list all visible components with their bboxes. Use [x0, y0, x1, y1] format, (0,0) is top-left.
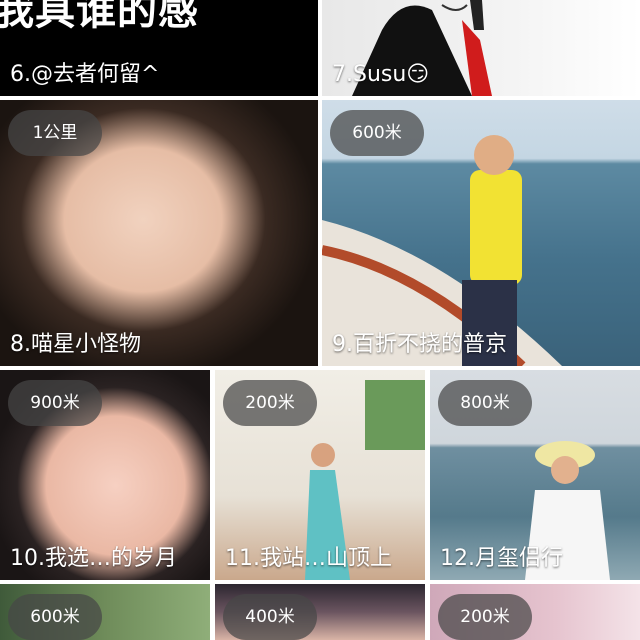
- distance-badge: 600米: [330, 110, 424, 156]
- banner-text: 我具谁的感: [0, 0, 199, 34]
- user-card-14[interactable]: 400米: [215, 584, 425, 640]
- distance-badge: 1公里: [8, 110, 102, 156]
- user-caption: 11.我站…山顶上: [225, 546, 392, 571]
- user-card-9[interactable]: 600米 9.百折不挠的普京: [322, 100, 640, 366]
- user-caption: 12.月玺侣行: [440, 546, 563, 571]
- distance-badge: 200米: [438, 594, 532, 640]
- user-card-15[interactable]: 200米: [430, 584, 640, 640]
- distance-badge: 600米: [8, 594, 102, 640]
- user-caption: 6.@去者何留^: [10, 62, 160, 87]
- distance-badge: 400米: [223, 594, 317, 640]
- user-caption: 7.Susu😏: [332, 62, 430, 87]
- user-card-7[interactable]: 7.Susu😏: [322, 0, 640, 96]
- user-card-8[interactable]: 1公里 8.喵星小怪物: [0, 100, 318, 366]
- user-card-12[interactable]: 800米 12.月玺侣行: [430, 370, 640, 580]
- user-caption: 8.喵星小怪物: [10, 332, 141, 357]
- user-card-6[interactable]: 我具谁的感 6.@去者何留^: [0, 0, 318, 96]
- distance-badge: 200米: [223, 380, 317, 426]
- user-caption: 9.百折不挠的普京: [332, 332, 507, 357]
- distance-badge: 800米: [438, 380, 532, 426]
- user-grid: 我具谁的感 6.@去者何留^ 7.Susu😏 1公里 8.喵星小怪物 600米 …: [0, 0, 640, 640]
- user-card-11[interactable]: 200米 11.我站…山顶上: [215, 370, 425, 580]
- distance-badge: 900米: [8, 380, 102, 426]
- user-caption: 10.我选…的岁月: [10, 546, 177, 571]
- user-card-13[interactable]: 600米: [0, 584, 210, 640]
- user-card-10[interactable]: 900米 10.我选…的岁月: [0, 370, 210, 580]
